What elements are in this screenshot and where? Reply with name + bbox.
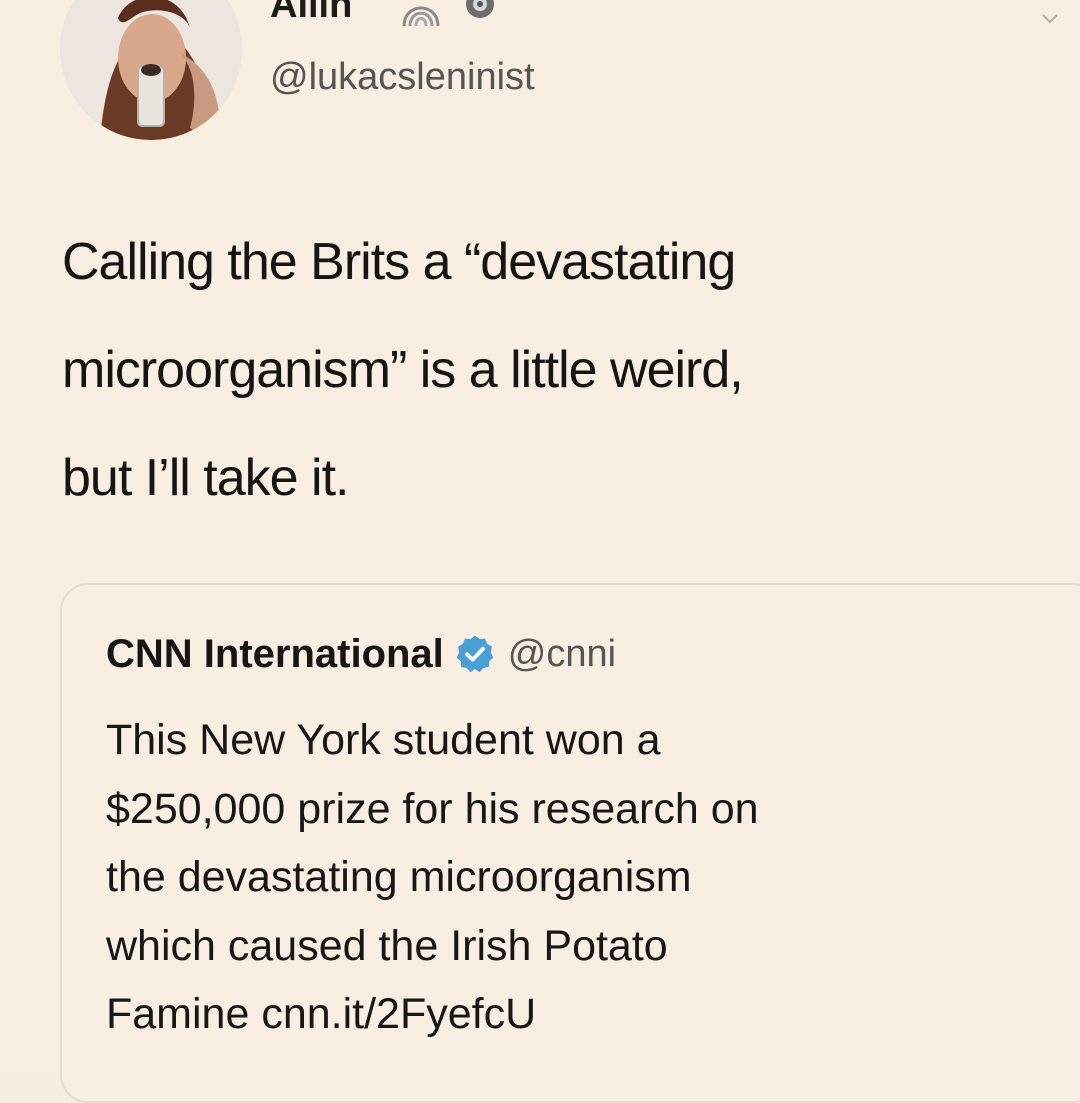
tweet-text-line: microorganism” is a little weird,: [62, 341, 744, 399]
profile-photo-icon: [60, 0, 242, 140]
quoted-text-line: $250,000 prize for his research on: [106, 784, 759, 833]
quoted-text-line: which caused the Irish Potato: [106, 921, 668, 970]
verified-badge-icon: [456, 635, 493, 673]
avatar[interactable]: [60, 0, 242, 140]
quoted-tweet-text: This New York student won a $250,000 pri…: [106, 706, 1046, 1049]
quoted-tweet-header: CNN International @cnni: [106, 626, 616, 682]
tweet-text: Calling the Brits a “devastating microor…: [62, 208, 1052, 532]
tweet-container: Ailin @lukacsleninist Calling the Brits …: [0, 0, 1080, 1103]
rainbow-icon: [402, 0, 494, 27]
quoted-text-line: Famine cnn.it/2FyefcU: [106, 990, 537, 1038]
quoted-handle[interactable]: @cnni: [508, 633, 616, 676]
display-name[interactable]: Ailin: [270, 0, 352, 27]
user-handle[interactable]: @lukacsleninist: [270, 56, 535, 99]
tweet-text-line: but I’ll take it.: [62, 449, 349, 507]
gear-badge-icon: [466, 0, 494, 18]
tweet-text-line: Calling the Brits a “devastating: [62, 233, 736, 291]
quoted-text-line: the devastating microorganism: [106, 853, 692, 901]
chevron-down-icon[interactable]: [1038, 6, 1062, 30]
quoted-display-name[interactable]: CNN International: [106, 632, 444, 677]
quoted-text-line: This New York student won a: [106, 716, 661, 764]
